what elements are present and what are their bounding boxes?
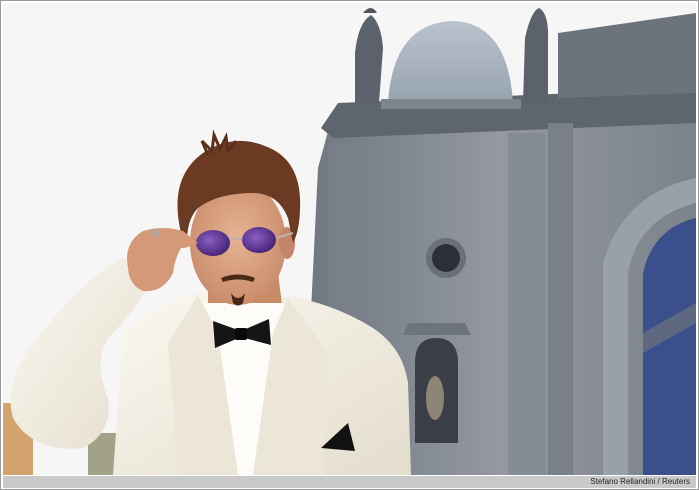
photo-credit: Stefano Rellandini / Reuters: [590, 477, 690, 486]
photo-frame: Stefano Rellandini / Reuters: [0, 0, 699, 490]
credit-bar: Stefano Rellandini / Reuters: [3, 476, 696, 488]
photo-illustration: [3, 3, 696, 475]
news-photo: [3, 3, 696, 475]
